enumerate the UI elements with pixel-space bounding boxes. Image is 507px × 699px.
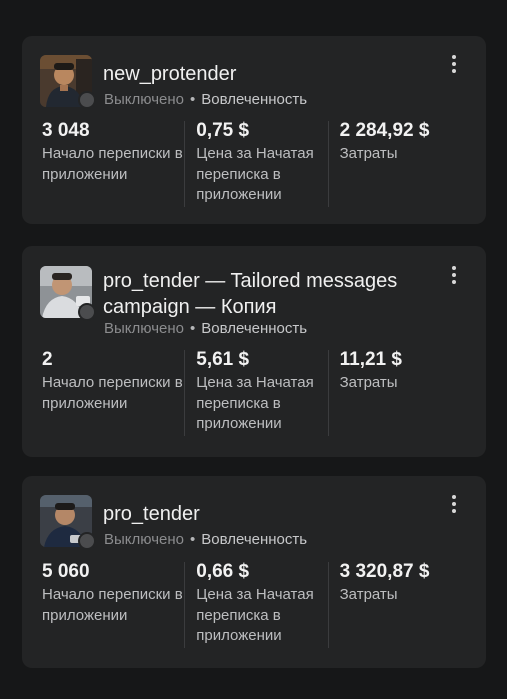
campaign-title[interactable]: pro_tender — [103, 501, 426, 527]
metric-label: Начало переписки в приложении — [42, 145, 183, 183]
metrics-row: 2 Начало переписки в приложении 5,61 $ Ц… — [42, 348, 472, 436]
more-options-button[interactable] — [440, 261, 468, 289]
campaign-status-line: Выключено • Вовлеченность — [104, 530, 307, 550]
metric-spend: 2 284,92 $ Затраты — [329, 119, 472, 207]
status-off-dot-icon — [78, 303, 96, 321]
delivery-status: Выключено — [104, 531, 184, 548]
campaign-objective: Вовлеченность — [201, 531, 308, 548]
metrics-row: 3 048 Начало переписки в приложении 0,75… — [42, 119, 472, 207]
campaign-objective: Вовлеченность — [201, 91, 308, 108]
campaign-card[interactable]: pro_tender — Tailored messages campaign … — [22, 246, 486, 457]
metric-conversations: 5 060 Начало переписки в приложении — [42, 560, 186, 648]
metric-cost-per-result: 5,61 $ Цена за Начатая переписка в прило… — [185, 348, 330, 436]
metric-conversations: 2 Начало переписки в приложении — [42, 348, 186, 436]
metric-label: Начало переписки в приложении — [42, 374, 183, 412]
more-vertical-icon — [452, 266, 456, 270]
metric-value: 2 — [42, 349, 53, 370]
metric-value: 3 320,87 $ — [339, 561, 430, 582]
campaign-card[interactable]: pro_tender Выключено • Вовлеченность 5 060… — [22, 476, 486, 668]
metric-label: Затраты — [339, 374, 398, 391]
delivery-status: Выключено — [104, 320, 184, 337]
separator-dot: • — [189, 91, 196, 108]
status-off-dot-icon — [78, 91, 96, 109]
campaign-status-line: Выключено • Вовлеченность — [104, 90, 307, 110]
metric-value: 3 048 — [42, 120, 90, 141]
metric-value: 0,66 $ — [196, 561, 250, 582]
separator-dot: • — [189, 531, 196, 548]
metric-cost-per-result: 0,75 $ Цена за Начатая переписка в прило… — [185, 119, 330, 207]
metric-label: Цена за Начатая переписка в приложении — [196, 374, 314, 432]
metric-label: Цена за Начатая переписка в приложении — [196, 586, 314, 644]
metric-value: 2 284,92 $ — [339, 120, 430, 141]
more-vertical-icon — [452, 55, 456, 59]
status-off-dot-icon — [78, 532, 96, 550]
metrics-row: 5 060 Начало переписки в приложении 0,66… — [42, 560, 472, 648]
delivery-status: Выключено — [104, 91, 184, 108]
metric-value: 5,61 $ — [196, 349, 250, 370]
more-options-button[interactable] — [440, 50, 468, 78]
metric-spend: 3 320,87 $ Затраты — [329, 560, 472, 648]
metric-conversations: 3 048 Начало переписки в приложении — [42, 119, 186, 207]
metric-label: Затраты — [339, 586, 398, 603]
campaign-objective: Вовлеченность — [201, 320, 308, 337]
metric-label: Затраты — [339, 145, 398, 162]
campaign-card[interactable]: new_protender Выключено • Вовлеченность 3 … — [22, 36, 486, 224]
metric-spend: 11,21 $ Затраты — [329, 348, 472, 436]
metric-cost-per-result: 0,66 $ Цена за Начатая переписка в прило… — [185, 560, 330, 648]
metric-value: 0,75 $ — [196, 120, 250, 141]
metric-value: 5 060 — [42, 561, 90, 582]
more-vertical-icon — [452, 495, 456, 499]
metric-label: Начало переписки в приложении — [42, 586, 183, 624]
metric-value: 11,21 $ — [339, 349, 402, 370]
campaign-title[interactable]: pro_tender — Tailored messages campaign … — [103, 268, 426, 320]
metric-label: Цена за Начатая переписка в приложении — [196, 145, 314, 203]
campaign-status-line: Выключено • Вовлеченность — [104, 319, 307, 339]
more-options-button[interactable] — [440, 490, 468, 518]
campaign-title[interactable]: new_protender — [103, 61, 426, 87]
separator-dot: • — [189, 320, 196, 337]
